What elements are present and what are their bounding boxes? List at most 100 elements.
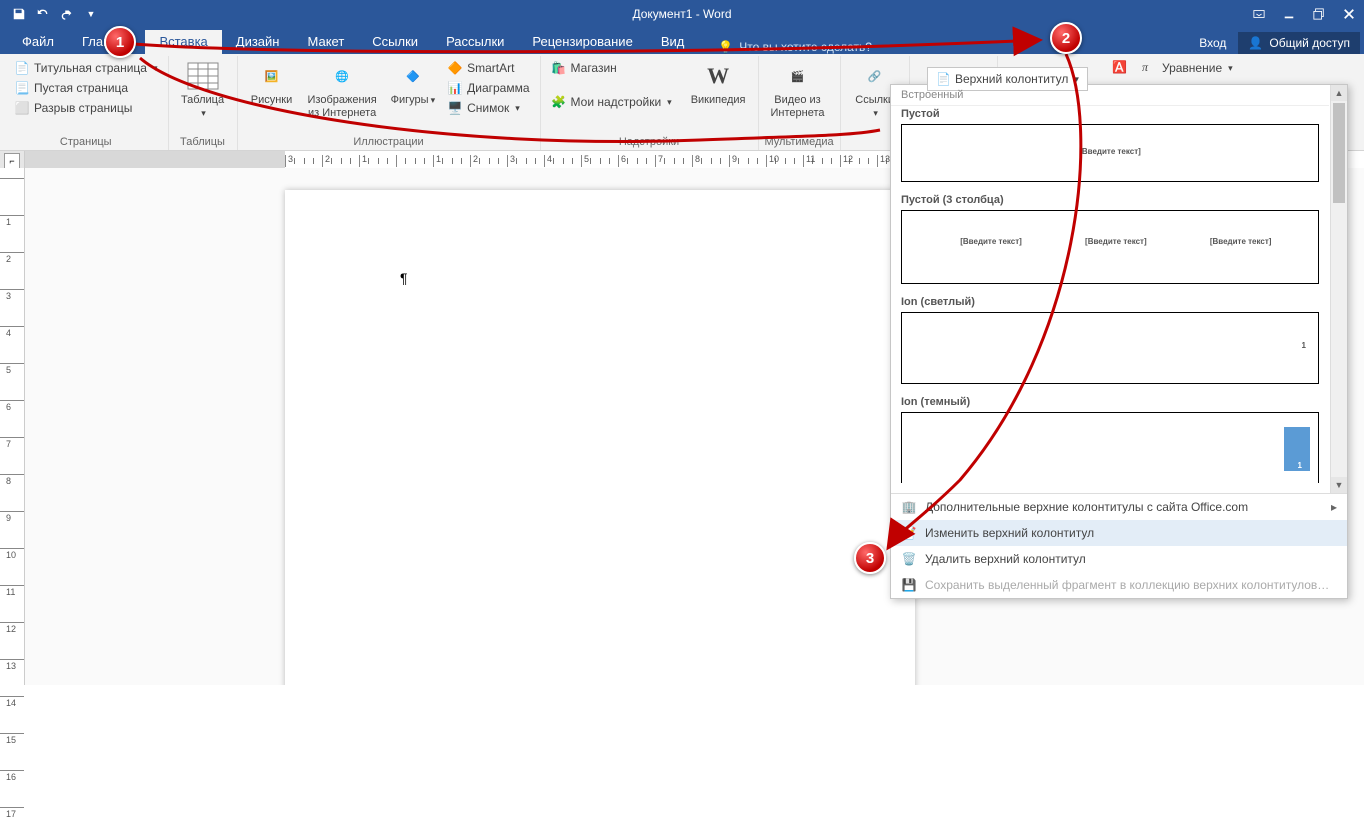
tab-mailings[interactable]: Рассылки [432,30,518,54]
callout-2: 2 [1050,22,1082,54]
group-media: 🎬Видео из Интернета Мультимедиа [759,56,841,150]
blank-page-icon: 📃 [14,80,30,96]
group-label: Таблицы [175,134,231,150]
chevron-right-icon: ▸ [1331,500,1337,514]
tab-design[interactable]: Дизайн [222,30,294,54]
group-label: Иллюстрации [244,134,534,150]
qat-customize[interactable]: ▼ [80,3,102,25]
smartart-button[interactable]: 🔶SmartArt [443,58,533,78]
wikipedia-button[interactable]: WВикипедия [685,58,752,109]
callout-1: 1 [104,26,136,58]
scroll-down-button[interactable]: ▼ [1331,477,1347,493]
chart-icon: 📊 [447,80,463,96]
tab-references[interactable]: Ссылки [358,30,432,54]
online-pictures-button[interactable]: 🌐Изображения из Интернета [302,58,383,121]
callout-3: 3 [854,542,886,574]
group-pages: 📄Титульная страница▾ 📃Пустая страница ⬜Р… [4,56,169,150]
more-headers-button[interactable]: 🏢 Дополнительные верхние колонтитулы с с… [891,494,1347,520]
gallery-scrollbar[interactable]: ▲ ▼ [1330,85,1347,493]
equation-button[interactable]: πУравнение▾ [1138,58,1237,78]
group-label: Мультимедиа [765,134,834,150]
redo-button[interactable] [56,3,78,25]
page-break-button[interactable]: ⬜Разрыв страницы [10,98,162,118]
scroll-up-button[interactable]: ▲ [1331,85,1347,101]
online-picture-icon: 🌐 [326,60,358,92]
store-button[interactable]: 🛍️Магазин [547,58,676,78]
store-icon: 🛍️ [551,60,567,76]
textbox-button[interactable]: 🅰️ [1108,58,1132,78]
gallery-footer: 🏢 Дополнительные верхние колонтитулы с с… [891,493,1347,598]
document-title: Документ1 - Word [632,7,731,21]
window-controls [1244,0,1364,28]
minimize-button[interactable] [1274,0,1304,28]
tab-view[interactable]: Вид [647,30,699,54]
smartart-icon: 🔶 [447,60,463,76]
pi-icon: π [1142,60,1158,76]
blank-page-button[interactable]: 📃Пустая страница [10,78,162,98]
text-cursor: ¶ [400,270,408,286]
ribbon-options-button[interactable] [1244,0,1274,28]
page-break-icon: ⬜ [14,100,30,116]
ribbon-right-panel: 🅰️ πУравнение▾ [1102,54,1364,82]
remove-icon: 🗑️ [901,551,917,567]
gallery-item-blank-3col[interactable]: Пустой (3 столбца) [Введите текст] [Введ… [891,192,1329,294]
group-label: Страницы [10,134,162,150]
office-icon: 🏢 [901,499,917,515]
group-addins: 🛍️Магазин 🧩Мои надстройки▾ WВикипедия На… [541,56,759,150]
sign-in-button[interactable]: Вход [1187,32,1238,54]
pictures-button[interactable]: 🖼️Рисунки [244,58,300,109]
save-to-gallery-button: 💾 Сохранить выделенный фрагмент в коллек… [891,572,1347,598]
page[interactable] [285,190,915,685]
tab-review[interactable]: Рецензирование [518,30,646,54]
header-gallery-dropdown: 📄 Верхний колонтитул ▾ Встроенный Пустой… [890,84,1348,599]
save-selection-icon: 💾 [901,577,917,593]
screenshot-button[interactable]: 🖥️Снимок▾ [443,98,533,118]
edit-header-button[interactable]: 📝 Изменить верхний колонтитул [891,520,1347,546]
cover-page-button[interactable]: 📄Титульная страница▾ [10,58,162,78]
scrollbar-thumb[interactable] [1333,103,1345,203]
table-button[interactable]: Таблица▾ [175,58,231,121]
table-icon [187,60,219,92]
addins-icon: 🧩 [551,94,567,110]
gallery-item-ion-light[interactable]: Ion (светлый) 1 [891,294,1329,394]
ribbon-tabs: Файл Главная Вставка Дизайн Макет Ссылки… [0,28,1364,54]
picture-icon: 🖼️ [256,60,288,92]
gallery-item-ion-dark[interactable]: Ion (темный) 1 [891,394,1329,493]
wikipedia-icon: W [702,60,734,92]
close-button[interactable] [1334,0,1364,28]
tell-me-label: Что вы хотите сделать? [739,40,872,54]
shapes-button[interactable]: 🔷Фигуры▾ [385,58,441,109]
shapes-icon: 🔷 [397,60,429,92]
page-icon: 📄 [14,60,30,76]
tell-me[interactable]: 💡 Что вы хотите сделать? [718,40,872,54]
save-button[interactable] [8,3,30,25]
edit-icon: 📝 [901,525,917,541]
undo-button[interactable] [32,3,54,25]
chevron-down-icon: ▾ [1074,74,1079,85]
share-label: Общий доступ [1269,36,1350,50]
video-icon: 🎬 [782,60,814,92]
restore-button[interactable] [1304,0,1334,28]
my-addins-button[interactable]: 🧩Мои надстройки▾ [547,92,676,112]
textbox-icon: 🅰️ [1112,60,1128,76]
chart-button[interactable]: 📊Диаграмма [443,78,533,98]
remove-header-button[interactable]: 🗑️ Удалить верхний колонтитул [891,546,1347,572]
group-label: Надстройки [547,134,752,150]
tab-insert[interactable]: Вставка [145,30,221,54]
quick-access-toolbar: ▼ [0,3,102,25]
screenshot-icon: 🖥️ [447,100,463,116]
lightbulb-icon: 💡 [718,40,733,54]
link-icon: 🔗 [859,60,891,92]
gallery-item-blank[interactable]: Пустой [Введите текст] [891,106,1329,192]
header-icon: 📄 [936,72,951,86]
group-illustrations: 🖼️Рисунки 🌐Изображения из Интернета 🔷Фиг… [238,56,541,150]
tab-layout[interactable]: Макет [293,30,358,54]
title-bar: ▼ Документ1 - Word [0,0,1364,28]
tab-selector[interactable]: ⌐ [4,153,20,169]
share-button[interactable]: 👤 Общий доступ [1238,32,1360,54]
tab-file[interactable]: Файл [8,30,68,54]
online-video-button[interactable]: 🎬Видео из Интернета [765,58,831,121]
chevron-down-icon: ▾ [153,63,158,74]
vertical-ruler[interactable]: 1234567891011121314151617 [0,168,25,685]
chevron-down-icon: ▾ [201,108,206,118]
